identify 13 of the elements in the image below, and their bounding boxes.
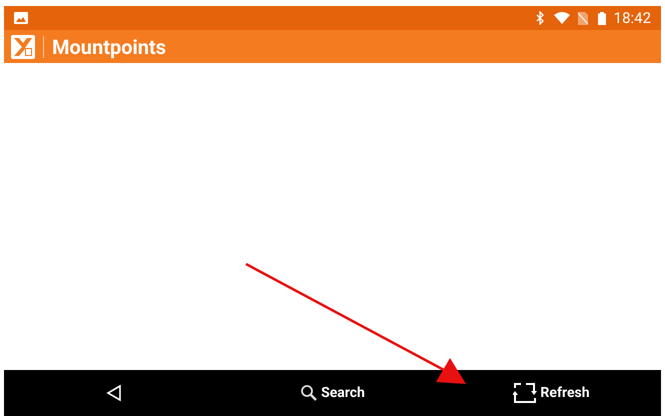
refresh-icon bbox=[513, 382, 538, 404]
app-logo-icon bbox=[11, 34, 35, 58]
battery-icon bbox=[598, 12, 606, 24]
bluetooth-icon bbox=[536, 11, 544, 25]
page-title: Mountpoints bbox=[52, 34, 166, 60]
refresh-button[interactable]: Refresh bbox=[442, 370, 661, 416]
wifi-icon bbox=[554, 12, 570, 24]
search-icon bbox=[300, 384, 318, 402]
status-time: 18:42 bbox=[614, 8, 651, 29]
back-icon bbox=[106, 384, 122, 402]
image-icon bbox=[14, 12, 28, 24]
no-sim-icon bbox=[578, 12, 588, 24]
search-button[interactable]: Search bbox=[223, 370, 442, 416]
